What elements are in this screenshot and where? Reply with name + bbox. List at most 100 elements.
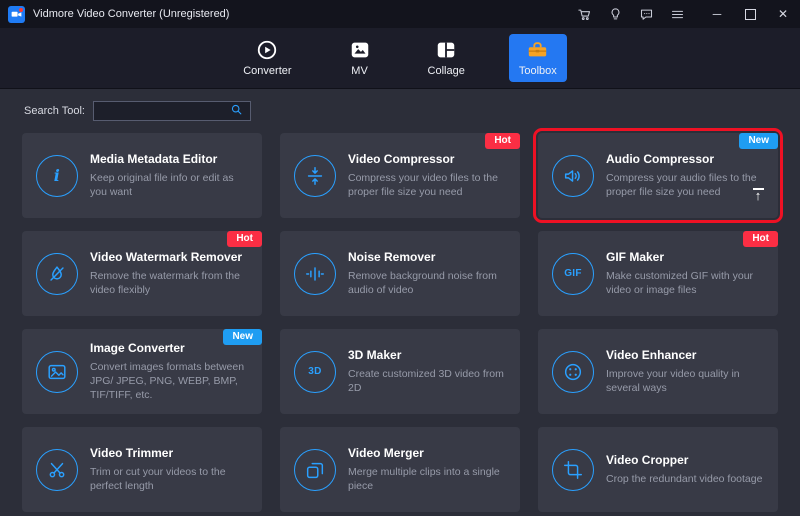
hot-badge: Hot — [485, 133, 520, 149]
tool-card-audio-compressor[interactable]: Audio Compressor Compress your audio file… — [538, 133, 778, 218]
tab-label: Toolbox — [519, 65, 557, 77]
scroll-to-top-button[interactable]: ↑ — [750, 188, 766, 202]
cart-icon[interactable] — [576, 6, 592, 22]
titlebar-actions — [576, 6, 685, 22]
enhance-icon — [552, 351, 594, 393]
tool-card-video-trimmer[interactable]: Video Trimmer Trim or cut your videos to … — [22, 427, 262, 512]
info-icon: i — [36, 155, 78, 197]
tool-card-description: Compress your video files to the proper … — [348, 171, 508, 199]
tool-card-description: Crop the redundant video footage — [606, 472, 762, 486]
tool-card-title: 3D Maker — [348, 348, 508, 362]
tool-card-text: Video Trimmer Trim or cut your videos to … — [90, 446, 250, 493]
tool-card-title: Video Trimmer — [90, 446, 250, 460]
tab-bar: Converter MV Collage Toolbox — [0, 28, 800, 89]
search-label: Search Tool: — [24, 105, 85, 117]
tool-card-text: Image ConverterConvert images formats be… — [90, 341, 250, 403]
tool-card-text: Video Cropper Crop the redundant video fo… — [606, 453, 762, 486]
tab-toolbox[interactable]: Toolbox — [509, 34, 567, 82]
tool-card-description: Keep original file info or edit as you w… — [90, 171, 250, 199]
record-dot-icon — [19, 8, 23, 12]
tool-card-text: Video Merger Merge multiple clips into a … — [348, 446, 508, 493]
tool-card-video-enhancer[interactable]: Video Enhancer Improve your video quality… — [538, 329, 778, 414]
toolbox-grid: i Media Metadata Editor Keep original file… — [0, 121, 800, 512]
titlebar: Vidmore Video Converter (Unregistered) ─… — [0, 0, 800, 28]
tool-card-description: Improve your video quality in several wa… — [606, 367, 766, 395]
feedback-chat-icon[interactable] — [638, 6, 654, 22]
tab-mv[interactable]: MV — [336, 34, 384, 82]
new-badge: New — [223, 329, 262, 345]
tool-card-text: Media Metadata Editor Keep original file … — [90, 152, 250, 199]
app-title: Vidmore Video Converter (Unregistered) — [33, 8, 229, 20]
tab-label: MV — [351, 65, 368, 77]
search-input[interactable] — [94, 102, 224, 120]
hot-badge: Hot — [743, 231, 778, 247]
tool-card-description: Convert images formats between JPG/ JPEG… — [90, 360, 250, 403]
tool-card-title: Video Compressor — [348, 152, 508, 166]
search-box — [93, 101, 251, 121]
maximize-button[interactable] — [743, 7, 757, 21]
lamp-icon[interactable] — [607, 6, 623, 22]
tool-card-description: Create customized 3D video from 2D — [348, 367, 508, 395]
hot-badge: Hot — [227, 231, 262, 247]
app-logo-icon — [8, 6, 25, 23]
tool-card-media-metadata-editor[interactable]: i Media Metadata Editor Keep original file… — [22, 133, 262, 218]
watermark-icon — [36, 253, 78, 295]
tool-card-text: Video Watermark Remover Remove the waterm… — [90, 250, 250, 297]
tool-card-video-compressor[interactable]: Video Compressor Compress your video file… — [280, 133, 520, 218]
search-row: Search Tool: — [0, 89, 800, 121]
tool-card-title: Media Metadata Editor — [90, 152, 250, 166]
search-button[interactable] — [224, 102, 250, 120]
tool-card-description: Remove background noise from audio of vi… — [348, 269, 508, 297]
tool-card-text: 3D Maker Create customized 3D video from … — [348, 348, 508, 395]
tool-card-description: Compress your audio files to the proper … — [606, 171, 766, 199]
tool-card-text: Audio Compressor Compress your audio file… — [606, 152, 766, 199]
search-icon — [230, 103, 243, 119]
tool-card-title: GIF Maker — [606, 250, 766, 264]
converter-icon — [256, 39, 278, 61]
tool-card-video-watermark-remover[interactable]: Video Watermark Remover Remove the waterm… — [22, 231, 262, 316]
tool-card-gif-maker[interactable]: GIF GIF Maker Make customized GIF with you… — [538, 231, 778, 316]
minimize-button[interactable]: ─ — [710, 7, 724, 21]
collage-icon — [435, 39, 457, 61]
noise-icon — [294, 253, 336, 295]
tool-card-video-cropper[interactable]: Video Cropper Crop the redundant video fo… — [538, 427, 778, 512]
tool-card-title: Noise Remover — [348, 250, 508, 264]
tab-converter[interactable]: Converter — [233, 34, 301, 82]
tool-card-title: Video Cropper — [606, 453, 762, 467]
tab-label: Collage — [428, 65, 465, 77]
maximize-icon — [745, 9, 756, 20]
merge-icon — [294, 449, 336, 491]
tool-card-description: Make customized GIF with your video or i… — [606, 269, 766, 297]
tool-card-text: Noise Remover Remove background noise fro… — [348, 250, 508, 297]
tab-collage[interactable]: Collage — [418, 34, 475, 82]
window-controls: ─ ✕ — [710, 7, 790, 21]
audio-icon — [552, 155, 594, 197]
tool-card-3d-maker[interactable]: 3D 3D Maker Create customized 3D video fro… — [280, 329, 520, 414]
tool-card-noise-remover[interactable]: Noise Remover Remove background noise fro… — [280, 231, 520, 316]
toolbox-icon — [526, 39, 549, 61]
scroll-top-arrow-icon: ↑ — [755, 189, 762, 202]
tool-card-title: Audio Compressor — [606, 152, 766, 166]
gif-icon: GIF — [552, 253, 594, 295]
crop-icon — [552, 449, 594, 491]
menu-icon[interactable] — [669, 6, 685, 22]
tool-card-description: Merge multiple clips into a single piece — [348, 465, 508, 493]
tool-card-text: Video Enhancer Improve your video quality… — [606, 348, 766, 395]
tool-card-title: Video Watermark Remover — [90, 250, 250, 264]
compress-icon — [294, 155, 336, 197]
tool-card-title: Video Merger — [348, 446, 508, 460]
tool-card-video-merger[interactable]: Video Merger Merge multiple clips into a … — [280, 427, 520, 512]
close-button[interactable]: ✕ — [776, 7, 790, 21]
tool-card-image-converter[interactable]: Image ConverterConvert images formats be… — [22, 329, 262, 414]
tool-card-text: Video Compressor Compress your video file… — [348, 152, 508, 199]
tool-card-description: Remove the watermark from the video flex… — [90, 269, 250, 297]
trim-icon — [36, 449, 78, 491]
tool-card-title: Video Enhancer — [606, 348, 766, 362]
image-icon — [36, 351, 78, 393]
tool-card-description: Trim or cut your videos to the perfect l… — [90, 465, 250, 493]
new-badge: New — [739, 133, 778, 149]
tab-label: Converter — [243, 65, 291, 77]
tool-card-text: GIF Maker Make customized GIF with your v… — [606, 250, 766, 297]
mv-icon — [349, 39, 371, 61]
3d-icon: 3D — [294, 351, 336, 393]
